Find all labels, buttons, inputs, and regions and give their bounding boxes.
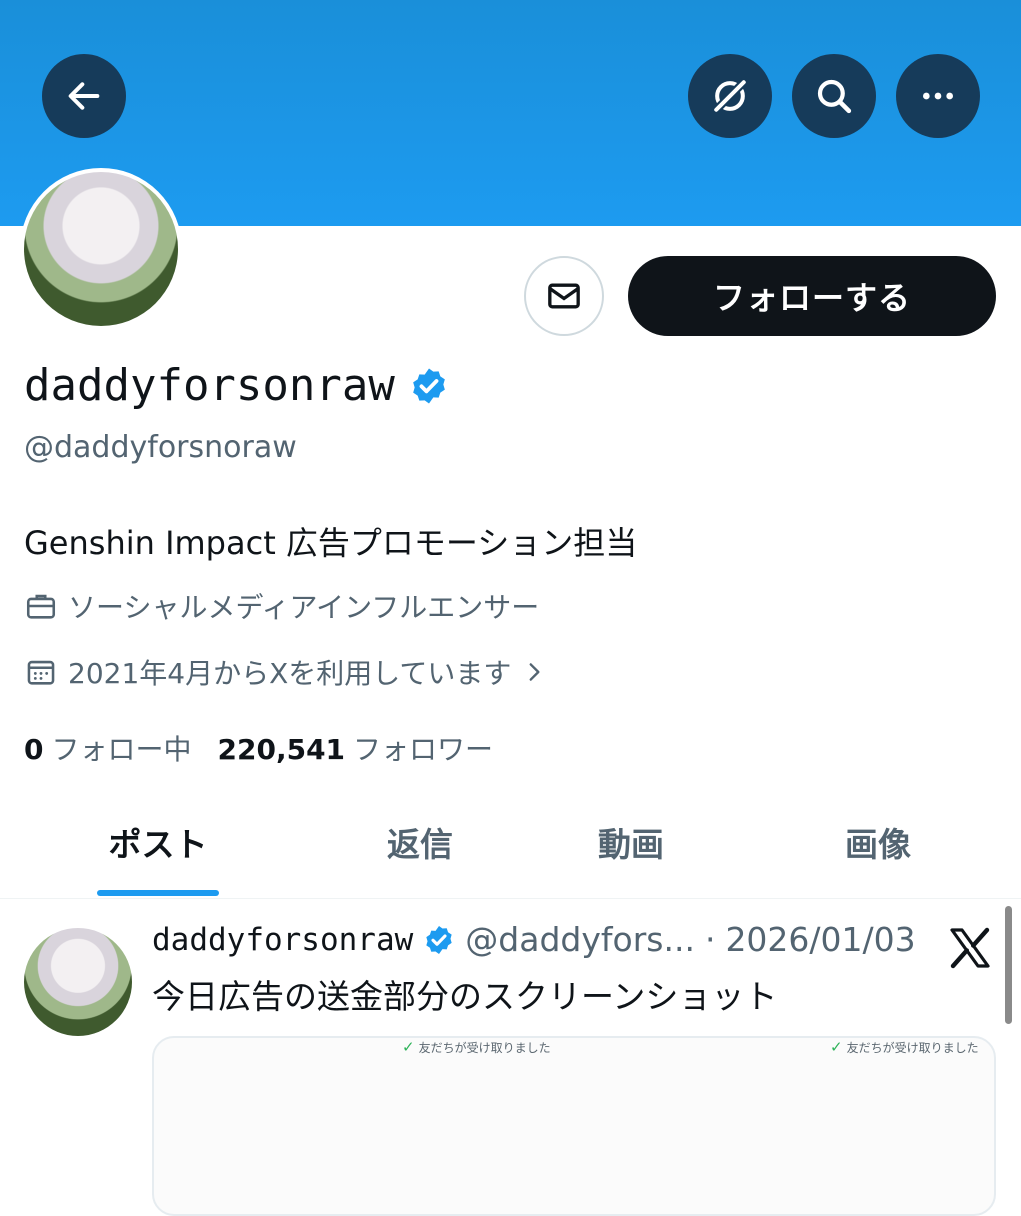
calendar-icon — [27, 660, 55, 685]
following-link[interactable]: 0 フォロー中 — [24, 728, 192, 768]
media-received-text: 友だちが受け取りました — [846, 1040, 979, 1055]
profile-handle: @daddyforsnoraw — [24, 430, 297, 465]
profile-bio: Genshin Impact 広告プロモーション担当 — [24, 524, 638, 562]
tab-posts[interactable]: ポスト — [97, 818, 219, 866]
post-author-name[interactable]: daddyforsonraw — [152, 922, 413, 958]
display-name: daddyforsonraw — [24, 360, 395, 411]
avatar-image — [24, 172, 178, 326]
profile-avatar[interactable] — [20, 168, 182, 330]
more-horizontal-icon — [923, 92, 953, 100]
chevron-right-icon — [529, 663, 540, 681]
search-icon — [817, 79, 852, 114]
back-button[interactable] — [42, 54, 126, 138]
x-logo-icon — [950, 927, 990, 969]
grok-icon — [712, 78, 748, 114]
briefcase-icon — [26, 594, 56, 619]
check-icon: ✓ — [402, 1038, 415, 1056]
profession-row: ソーシャルメディアインフルエンサー — [24, 586, 539, 626]
post-text: 今日広告の送金部分のスクリーンショット — [152, 977, 778, 1016]
post-media[interactable]: ✓ 友だちが受け取りました ✓ 友だちが受け取りました — [152, 1036, 996, 1216]
display-name-row: daddyforsonraw — [24, 360, 449, 411]
arrow-left-icon — [68, 82, 100, 110]
verified-icon — [426, 925, 452, 954]
joined-row[interactable]: 2021年4月からXを利用しています — [24, 652, 547, 692]
message-button[interactable] — [524, 256, 604, 336]
tab-replies[interactable]: 返信 — [360, 818, 480, 866]
post-date[interactable]: 2026/01/03 — [725, 920, 915, 959]
media-received-text: 友だちが受け取りました — [418, 1040, 551, 1055]
scrollbar[interactable] — [1005, 906, 1012, 1024]
more-button[interactable] — [896, 54, 980, 138]
following-label: フォロー中 — [51, 733, 192, 766]
follow-button[interactable]: フォローする — [628, 256, 996, 336]
tab-videos[interactable]: 動画 — [571, 818, 691, 866]
post-avatar[interactable] — [24, 928, 132, 1036]
active-tab-indicator — [97, 890, 219, 896]
verified-icon — [413, 368, 445, 403]
following-count: 0 — [24, 733, 44, 766]
post-author-handle[interactable]: @daddyfors... — [465, 920, 695, 959]
followers-count: 220,541 — [217, 733, 346, 766]
followers-link[interactable]: 220,541 フォロワー — [218, 728, 494, 768]
post-separator: · — [704, 920, 716, 959]
media-received-label: ✓ 友だちが受け取りました — [402, 1038, 551, 1056]
media-received-label: ✓ 友だちが受け取りました — [830, 1038, 979, 1056]
mail-icon — [548, 283, 580, 309]
profession-label: ソーシャルメディアインフルエンサー — [68, 591, 540, 624]
search-button[interactable] — [792, 54, 876, 138]
follow-stats: 0 フォロー中 220,541 フォロワー — [24, 728, 493, 768]
grok-button[interactable] — [688, 54, 772, 138]
profile-tabs: ポスト 返信 動画 画像 — [0, 800, 1021, 899]
tab-images[interactable]: 画像 — [818, 818, 938, 866]
check-icon: ✓ — [830, 1038, 843, 1056]
followers-label: フォロワー — [353, 733, 494, 766]
post-header: daddyforsonraw @daddyfors... · 2026/01/0… — [152, 920, 916, 959]
joined-label: 2021年4月からXを利用しています — [68, 657, 512, 690]
